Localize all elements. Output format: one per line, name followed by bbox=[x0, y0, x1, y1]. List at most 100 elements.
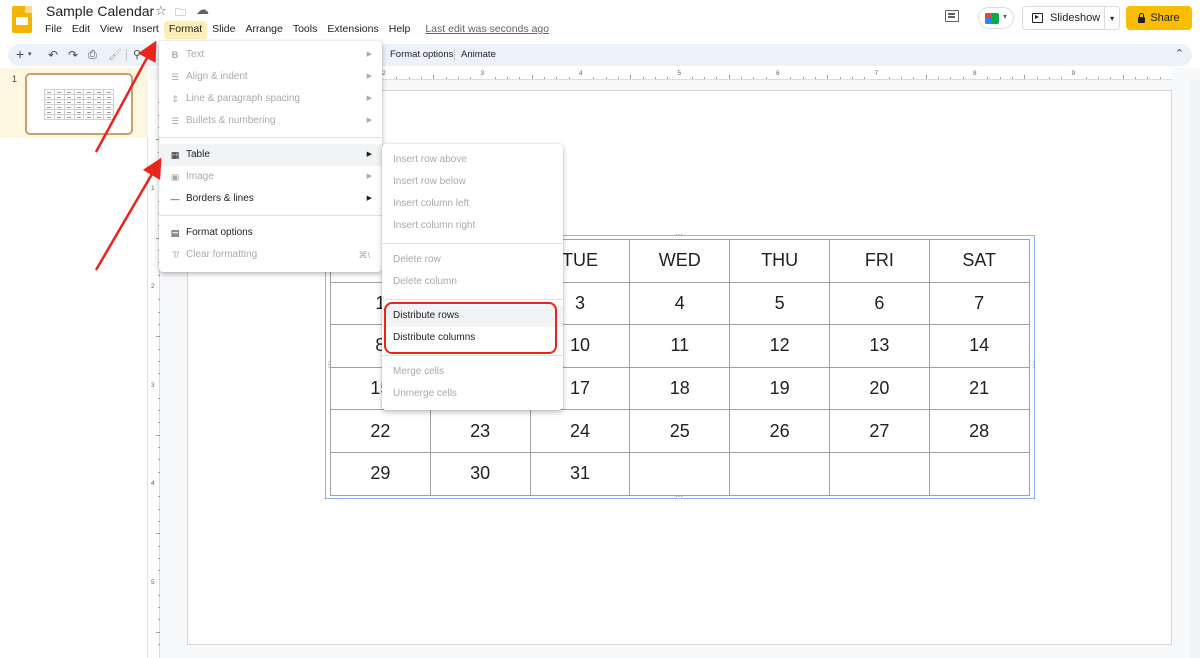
print-icon[interactable]: ⎙ bbox=[88, 46, 97, 64]
comments-icon[interactable] bbox=[945, 10, 959, 22]
table-cell[interactable]: 21 bbox=[928, 366, 1030, 411]
ruler-tick bbox=[568, 77, 570, 79]
cloud-status-icon[interactable]: ☁ bbox=[196, 2, 209, 18]
present-icon bbox=[1032, 13, 1043, 23]
table-submenu-item-delete-column[interactable]: Delete column bbox=[382, 271, 563, 293]
table-cell[interactable] bbox=[629, 451, 731, 496]
zoom-icon[interactable]: ⚲ bbox=[133, 46, 141, 64]
format-menu: B Text ▶ ☰ Align & indent ▶ ⇕ Line & paragraph … bbox=[159, 41, 382, 272]
table-cell[interactable]: 11 bbox=[629, 324, 731, 368]
table-submenu-item-insert-column-left[interactable]: Insert column left bbox=[382, 193, 563, 215]
slideshow-options-chevron-icon[interactable]: ▾ bbox=[1105, 14, 1119, 23]
table-cell[interactable]: 13 bbox=[828, 324, 930, 368]
document-title[interactable]: Sample Calendar bbox=[46, 3, 154, 19]
ruler-tick bbox=[901, 77, 903, 79]
redo-icon[interactable]: ↷ bbox=[68, 46, 78, 64]
table-cell[interactable]: 7 bbox=[928, 281, 1030, 326]
table-cell[interactable] bbox=[729, 451, 830, 496]
animate-button[interactable]: Animate bbox=[461, 49, 496, 60]
ruler-tick bbox=[716, 77, 718, 79]
ruler-tick bbox=[158, 360, 160, 362]
table-cell[interactable]: 19 bbox=[729, 366, 830, 411]
format-options-button[interactable]: Format options bbox=[390, 49, 453, 60]
menu-edit[interactable]: Edit bbox=[67, 21, 95, 39]
app-header: Sample Calendar ☆ 🗀 ☁ File Edit View Ins… bbox=[0, 0, 1200, 40]
table-cell[interactable] bbox=[928, 451, 1030, 496]
submenu-arrow-icon: ▶ bbox=[366, 151, 372, 158]
menu-view[interactable]: View bbox=[95, 21, 128, 39]
format-menu-item-image[interactable]: ▣ Image ▶ bbox=[159, 166, 382, 188]
format-menu-item-align-indent[interactable]: ☰ Align & indent ▶ bbox=[159, 66, 382, 88]
ruler-tick bbox=[158, 459, 160, 461]
vertical-scrollbar[interactable] bbox=[1190, 80, 1200, 658]
table-cell[interactable]: 22 bbox=[330, 409, 431, 453]
table-cell[interactable]: 18 bbox=[629, 366, 731, 411]
ruler-number: 3 bbox=[480, 70, 485, 77]
format-menu-item-format-options[interactable]: ▤ Format options bbox=[159, 222, 382, 244]
table-submenu-item-delete-row[interactable]: Delete row bbox=[382, 249, 563, 271]
paint-format-icon[interactable]: 🖌 bbox=[108, 46, 122, 64]
new-slide-chevron-icon[interactable]: ▾ bbox=[28, 46, 32, 64]
table-cell[interactable]: 23 bbox=[429, 409, 531, 453]
table-cell[interactable]: 28 bbox=[928, 409, 1030, 453]
table-cell[interactable]: 27 bbox=[828, 409, 930, 453]
format-menu-item-text[interactable]: B Text ▶ bbox=[159, 44, 382, 66]
slideshow-label: Slideshow bbox=[1050, 12, 1101, 24]
table-cell[interactable]: 30 bbox=[429, 451, 531, 496]
last-edit-link[interactable]: Last edit was seconds ago bbox=[425, 21, 549, 39]
table-cell[interactable]: 6 bbox=[828, 281, 930, 326]
format-menu-item-clear-formatting[interactable]: T̸ Clear formatting ⌘\ bbox=[159, 244, 382, 266]
table-cell[interactable]: 31 bbox=[529, 451, 631, 496]
menu-slide[interactable]: Slide bbox=[207, 21, 240, 39]
table-cell[interactable]: 29 bbox=[330, 451, 431, 496]
table-submenu-item-unmerge-cells[interactable]: Unmerge cells bbox=[382, 383, 563, 405]
filmstrip-selected-slide[interactable]: 1 bbox=[0, 68, 148, 138]
table-cell[interactable]: 4 bbox=[629, 281, 731, 326]
share-button[interactable]: Share bbox=[1126, 6, 1192, 30]
table-cell[interactable]: THU bbox=[729, 239, 830, 283]
table-cell[interactable] bbox=[828, 451, 930, 496]
table-resize-handle-top[interactable]: ··· bbox=[675, 231, 683, 239]
table-cell[interactable]: WED bbox=[629, 239, 731, 283]
image-icon: ▣ bbox=[170, 172, 180, 182]
table-resize-handle-right[interactable]: ⋮ bbox=[1030, 361, 1038, 369]
menu-format[interactable]: Format bbox=[163, 21, 208, 39]
format-menu-item-borders-lines[interactable]: — Borders & lines ▶ bbox=[159, 188, 382, 210]
slideshow-button[interactable]: Slideshow bbox=[1023, 7, 1106, 29]
ruler-number: 2 bbox=[382, 70, 386, 77]
ruler-tick bbox=[158, 373, 160, 375]
table-cell[interactable]: 24 bbox=[529, 409, 631, 453]
format-menu-item-bullets-numbering[interactable]: ☰ Bullets & numbering ▶ bbox=[159, 110, 382, 132]
table-cell[interactable]: FRI bbox=[828, 239, 930, 283]
ruler-tick bbox=[630, 75, 632, 79]
menu-file[interactable]: File bbox=[40, 21, 67, 39]
format-menu-item-label: Text bbox=[186, 49, 205, 60]
ruler-tick bbox=[667, 77, 669, 79]
slides-logo-icon[interactable] bbox=[12, 6, 32, 33]
star-icon[interactable]: ☆ bbox=[155, 3, 167, 19]
format-menu-item-table[interactable]: ▦ Table ▶ bbox=[159, 144, 382, 166]
menu-tools[interactable]: Tools bbox=[288, 21, 323, 39]
menu-help[interactable]: Help bbox=[384, 21, 416, 39]
table-cell[interactable]: 26 bbox=[729, 409, 830, 453]
undo-icon[interactable]: ↶ bbox=[48, 46, 58, 64]
table-cell[interactable]: 20 bbox=[828, 366, 930, 411]
menu-insert[interactable]: Insert bbox=[128, 21, 164, 39]
meet-button[interactable]: ▾ bbox=[978, 7, 1014, 29]
slide-thumbnail[interactable] bbox=[25, 73, 133, 135]
collapse-toolbar-chevron-icon[interactable]: ⌃ bbox=[1175, 47, 1184, 60]
table-cell[interactable]: 12 bbox=[729, 324, 830, 368]
table-cell[interactable]: 5 bbox=[729, 281, 830, 326]
table-cell[interactable]: SAT bbox=[928, 239, 1030, 283]
table-submenu-item-label: Insert row below bbox=[393, 176, 466, 187]
menu-arrange[interactable]: Arrange bbox=[240, 21, 287, 39]
table-submenu-item-insert-row-above[interactable]: Insert row above bbox=[382, 149, 563, 171]
menu-extensions[interactable]: Extensions bbox=[322, 21, 383, 39]
table-submenu-item-insert-column-right[interactable]: Insert column right bbox=[382, 215, 563, 237]
table-submenu-item-insert-row-below[interactable]: Insert row below bbox=[382, 171, 563, 193]
new-slide-icon[interactable]: + bbox=[16, 46, 24, 63]
table-cell[interactable]: 25 bbox=[629, 409, 731, 453]
format-menu-item-line-paragraph-spacing[interactable]: ⇕ Line & paragraph spacing ▶ bbox=[159, 88, 382, 110]
table-cell[interactable]: 14 bbox=[928, 324, 1030, 368]
table-submenu-item-merge-cells[interactable]: Merge cells bbox=[382, 361, 563, 383]
